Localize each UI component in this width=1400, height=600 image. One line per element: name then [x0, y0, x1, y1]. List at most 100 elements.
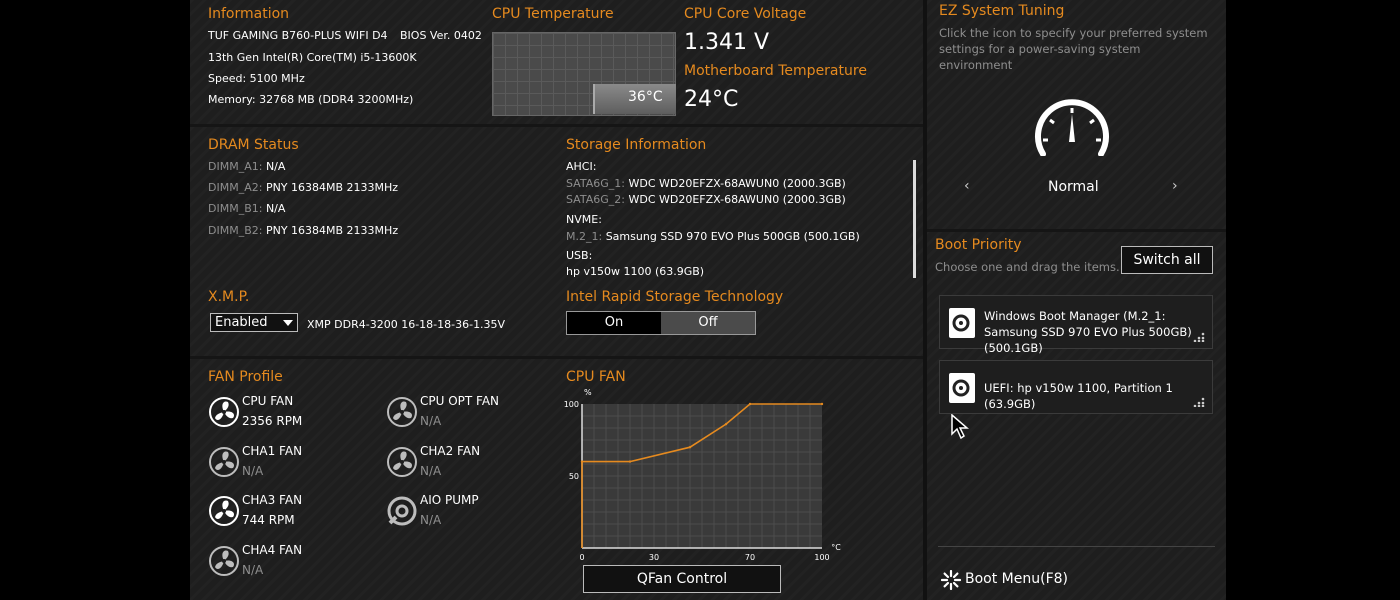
boot-priority-title: Boot Priority [935, 237, 1022, 253]
fan-curve-point [748, 402, 752, 406]
fan-icon [387, 447, 417, 477]
fan-name: CPU FAN [242, 394, 294, 408]
memory-info: Memory: 32768 MB (DDR4 3200MHz) [208, 93, 414, 106]
boot-item-label: Windows Boot Manager (M.2_1: Samsung SSD… [984, 309, 1192, 355]
speedometer-icon[interactable] [1033, 92, 1111, 156]
mouse-cursor-icon [951, 414, 970, 440]
dimm-label: DIMM_B2: [208, 224, 263, 237]
fan-item[interactable]: CHA4 FAN N/A [208, 543, 378, 579]
storage-information-title: Storage Information [566, 137, 707, 153]
fan-item[interactable]: CPU FAN 2356 RPM [208, 394, 378, 430]
dimm-label: DIMM_A1: [208, 160, 263, 173]
disk-icon [949, 373, 975, 403]
fan-item[interactable]: CHA2 FAN N/A [386, 444, 556, 480]
fan-name: AIO PUMP [420, 493, 479, 507]
disk-icon [949, 308, 975, 338]
fan-item[interactable]: AIO PUMP N/A [386, 493, 556, 529]
fan-value: N/A [420, 464, 442, 478]
rst-title: Intel Rapid Storage Technology [566, 289, 784, 305]
fan-item[interactable]: CHA1 FAN N/A [208, 444, 378, 480]
drag-handle-icon[interactable] [1192, 397, 1206, 407]
x-tick-label: 30 [649, 553, 659, 562]
fan-icon [209, 546, 239, 576]
switch-all-button[interactable]: Switch all [1121, 246, 1213, 274]
dimm-value: PNY 16384MB 2133MHz [265, 181, 399, 194]
port-label: SATA6G_1: [566, 177, 625, 190]
x-tick-label: 0 [579, 553, 584, 562]
sata-row: SATA6G_1: WDC WD20EFZX-68AWUN0 (2000.3GB… [566, 177, 846, 190]
fan-item[interactable]: CHA3 FAN 744 RPM [208, 493, 378, 529]
board-name: TUF GAMING B760-PLUS WIFI D4 [208, 29, 388, 42]
fan-item[interactable]: CPU OPT FAN N/A [386, 394, 556, 430]
rst-on-option[interactable]: On [567, 312, 661, 334]
fan-icon [209, 447, 239, 477]
cpu-voltage-title: CPU Core Voltage [684, 6, 807, 22]
divider [190, 356, 923, 359]
fan-name: CHA1 FAN [242, 444, 303, 458]
chevron-right-icon[interactable]: › [1172, 178, 1178, 194]
divider [927, 229, 1226, 232]
divider [938, 546, 1215, 547]
dimm-b1-row: DIMM_B1: N/A [208, 202, 285, 215]
port-label: SATA6G_2: [566, 193, 625, 206]
divider [190, 124, 923, 127]
dram-status-title: DRAM Status [208, 137, 299, 153]
dimm-a1-row: DIMM_A1: N/A [208, 160, 285, 173]
motherboard-temperature-value: 24°C [684, 87, 739, 112]
dimm-value: N/A [265, 202, 286, 215]
fan-value: N/A [420, 513, 442, 527]
nvme-row: M.2_1: Samsung SSD 970 EVO Plus 500GB (5… [566, 230, 860, 243]
fan-icon [387, 397, 417, 427]
fan-value: 744 RPM [242, 513, 295, 527]
cpu-voltage-value: 1.341 V [684, 30, 770, 55]
fan-value: 2356 RPM [242, 414, 303, 428]
motherboard-temperature-title: Motherboard Temperature [684, 63, 867, 79]
fan-profile-title: FAN Profile [208, 369, 283, 385]
qfan-control-button[interactable]: QFan Control [583, 565, 781, 593]
boot-menu-label: Boot Menu(F8) [965, 571, 1068, 587]
fan-curve-point [628, 460, 632, 463]
device-name: WDC WD20EFZX-68AWUN0 (2000.3GB) [628, 177, 846, 190]
cpu-fan-curve-chart[interactable]: 0 30 70 100 100 50% °C [560, 384, 850, 562]
dimm-label: DIMM_A2: [208, 181, 263, 194]
ahci-label: AHCI: [566, 160, 597, 173]
dimm-label: DIMM_B1: [208, 202, 263, 215]
rst-off-option[interactable]: Off [661, 312, 755, 334]
boot-item-label: UEFI: hp v150w 1100, Partition 1 (63.9GB… [984, 381, 1173, 411]
tuning-mode-label: Normal [1048, 179, 1099, 195]
fan-icon [209, 496, 239, 526]
fan-value: N/A [242, 563, 264, 577]
chevron-down-icon [283, 320, 293, 326]
boot-priority-subtitle: Choose one and drag the items. [935, 260, 1120, 274]
y-tick-label: 100 [564, 400, 579, 409]
dimm-value: N/A [265, 160, 286, 173]
fan-name: CHA2 FAN [420, 444, 481, 458]
boot-menu-button[interactable]: Boot Menu(F8) [941, 570, 1141, 590]
boot-item[interactable]: Windows Boot Manager (M.2_1: Samsung SSD… [939, 295, 1213, 355]
cpu-speed: Speed: 5100 MHz [208, 72, 305, 85]
fan-curve-point [688, 446, 692, 449]
usb-label: USB: [566, 249, 593, 262]
fan-curve-point [724, 422, 728, 426]
divider [923, 0, 927, 600]
cpu-temperature-title: CPU Temperature [492, 6, 614, 22]
cpu-fan-chart-title: CPU FAN [566, 369, 626, 385]
x-axis-label: °C [831, 543, 841, 552]
dimm-value: PNY 16384MB 2133MHz [265, 224, 399, 237]
usb-device: hp v150w 1100 (63.9GB) [566, 265, 705, 278]
drag-handle-icon[interactable] [1192, 332, 1206, 342]
chevron-left-icon[interactable]: ‹ [964, 178, 970, 194]
fan-name: CHA3 FAN [242, 493, 303, 507]
pump-icon [387, 496, 417, 526]
boot-item[interactable]: UEFI: hp v150w 1100, Partition 1 (63.9GB… [939, 360, 1213, 414]
storage-scrollbar[interactable] [913, 160, 916, 278]
xmp-title: X.M.P. [208, 289, 250, 305]
rst-toggle[interactable]: On Off [566, 311, 756, 335]
x-tick-label: 100 [814, 553, 829, 562]
fan-name: CPU OPT FAN [420, 394, 500, 408]
cpu-name: 13th Gen Intel(R) Core(TM) i5-13600K [208, 51, 417, 64]
xmp-dropdown[interactable]: Enabled [210, 313, 298, 332]
fan-curve-point [580, 460, 584, 463]
boot-menu-icon [941, 570, 961, 590]
fan-value: N/A [420, 414, 442, 428]
